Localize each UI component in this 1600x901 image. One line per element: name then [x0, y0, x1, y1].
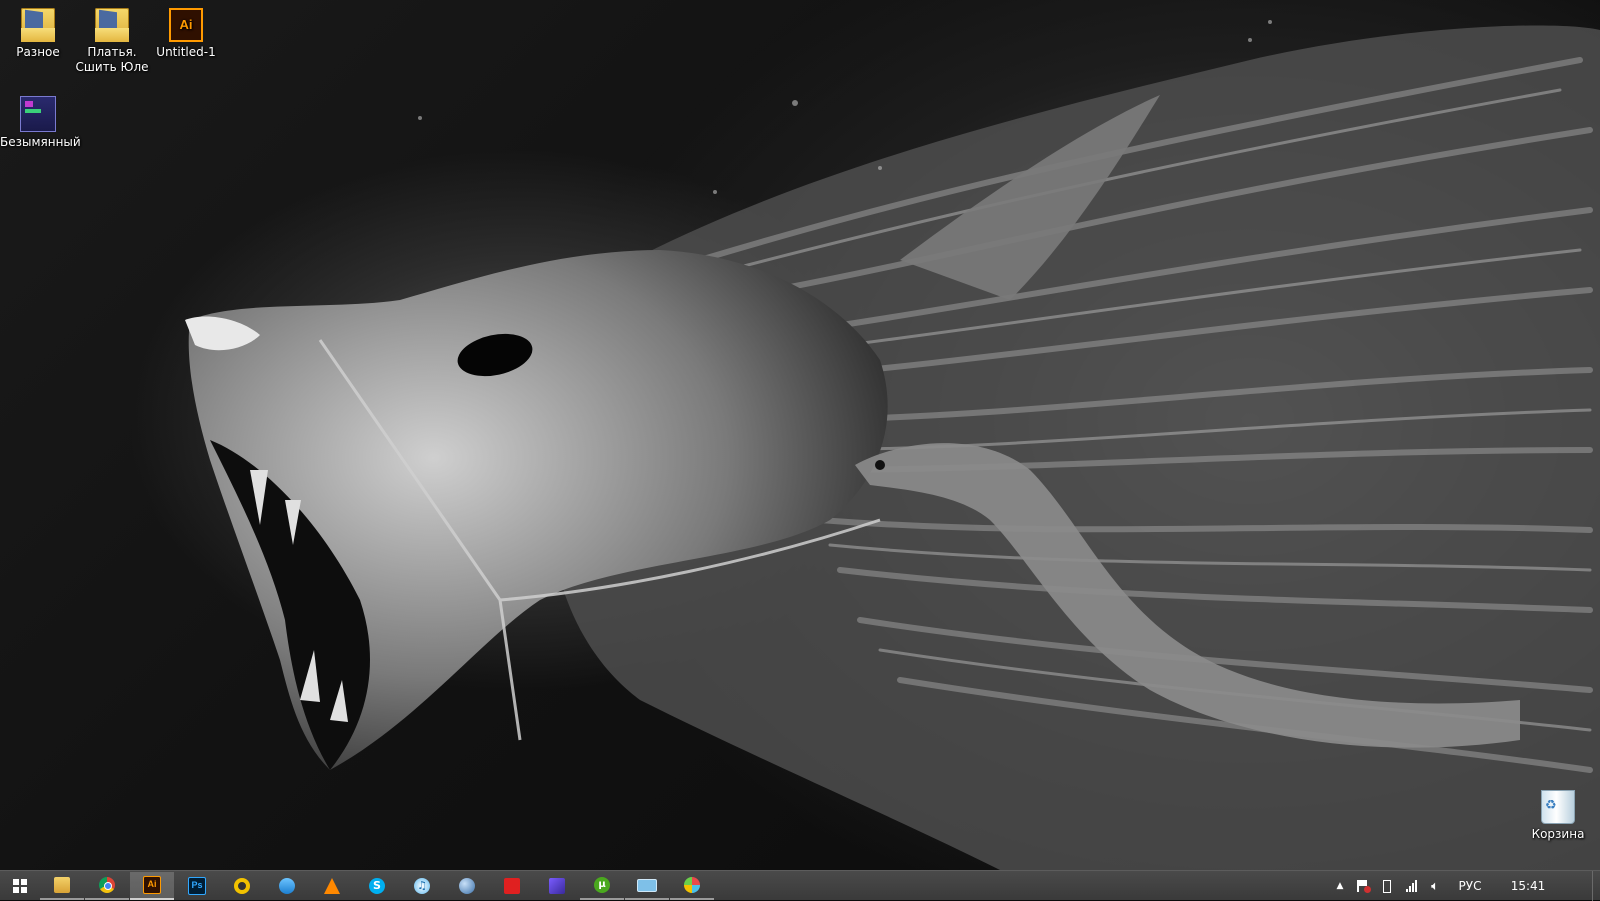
folder-icon	[95, 8, 129, 42]
chrome-icon	[99, 877, 115, 893]
desktop-icon-raznoe[interactable]: Разное	[0, 4, 76, 60]
taskbar-app-chrome[interactable]	[85, 872, 129, 900]
taskbar-app-utorrent[interactable]: µ	[580, 872, 624, 900]
taskbar-app-file-explorer[interactable]	[40, 872, 84, 900]
taskbar-app-blue-wave[interactable]	[265, 872, 309, 900]
taskbar-app-paint[interactable]	[670, 872, 714, 900]
taskbar-app-keyboard[interactable]	[625, 872, 669, 900]
show-hidden-icons-chevron-up-icon[interactable]: ▲	[1330, 871, 1350, 901]
desktop-icon-recycle-bin[interactable]: Корзина	[1520, 786, 1596, 842]
desktop-icon-label: Разное	[16, 45, 60, 59]
app-shortcut-icon	[20, 96, 56, 132]
taskbar-app-illustrator[interactable]: Ai	[130, 872, 174, 900]
acrobat-icon	[504, 878, 520, 894]
battery-icon[interactable]	[1376, 871, 1398, 901]
taskbar: Ai Ps S ♫ µ ▲ 🔈︎ РУС 15:41	[0, 870, 1600, 901]
network-signal-icon[interactable]	[1400, 871, 1422, 901]
language-indicator[interactable]: РУС	[1450, 871, 1490, 901]
keyboard-icon	[637, 878, 657, 892]
skype-icon: S	[369, 878, 385, 894]
start-button[interactable]	[0, 871, 40, 901]
illustrator-icon: Ai	[143, 876, 161, 894]
desktop-icon-label: Безымянный	[0, 135, 81, 149]
recycle-bin-icon	[1541, 790, 1575, 824]
desktop-icon-label: Untitled-1	[156, 45, 216, 59]
desktop-icon-bezymyannyi[interactable]: Безымянный	[0, 92, 81, 150]
paint-icon	[684, 877, 700, 893]
show-desktop-button[interactable]	[1592, 871, 1600, 901]
desktop-icon-label: Корзина	[1531, 827, 1585, 841]
taskbar-clock[interactable]: 15:41	[1498, 871, 1558, 901]
desktop-icon-platya[interactable]: Платья. Сшить Юле	[74, 4, 150, 75]
taskbar-app-photoshop[interactable]: Ps	[175, 872, 219, 900]
desktop-icon-label: Платья. Сшить Юле	[75, 45, 149, 74]
volume-speaker-icon[interactable]: 🔈︎	[1424, 871, 1446, 901]
windows-logo-icon	[13, 879, 27, 893]
taskbar-app-acrobat[interactable]	[490, 872, 534, 900]
utorrent-icon: µ	[594, 877, 610, 893]
globe-icon	[459, 878, 475, 894]
taskbar-app-globe[interactable]	[445, 872, 489, 900]
taskbar-app-skype[interactable]: S	[355, 872, 399, 900]
wallpaper-wolf-artwork	[185, 20, 1600, 870]
taskbar-app-yellow-circle[interactable]	[220, 872, 264, 900]
vlc-cone-icon	[324, 878, 340, 894]
taskbar-app-itunes[interactable]: ♫	[400, 872, 444, 900]
folder-icon	[21, 8, 55, 42]
desktop-wallpaper	[0, 0, 1600, 870]
folder-icon	[54, 877, 70, 893]
system-tray: ▲ 🔈︎ РУС 15:41	[1330, 871, 1600, 901]
desktop-icon-untitled-1[interactable]: Ai Untitled-1	[148, 4, 224, 60]
illustrator-file-icon: Ai	[169, 8, 203, 42]
photoshop-icon: Ps	[188, 877, 206, 895]
pen-app-icon	[549, 878, 565, 894]
circle-app-icon	[234, 878, 250, 894]
wave-app-icon	[279, 878, 295, 894]
taskbar-app-pen[interactable]	[535, 872, 579, 900]
taskbar-app-vlc[interactable]	[310, 872, 354, 900]
itunes-icon: ♫	[414, 878, 430, 894]
action-center-flag-icon[interactable]	[1352, 871, 1374, 901]
